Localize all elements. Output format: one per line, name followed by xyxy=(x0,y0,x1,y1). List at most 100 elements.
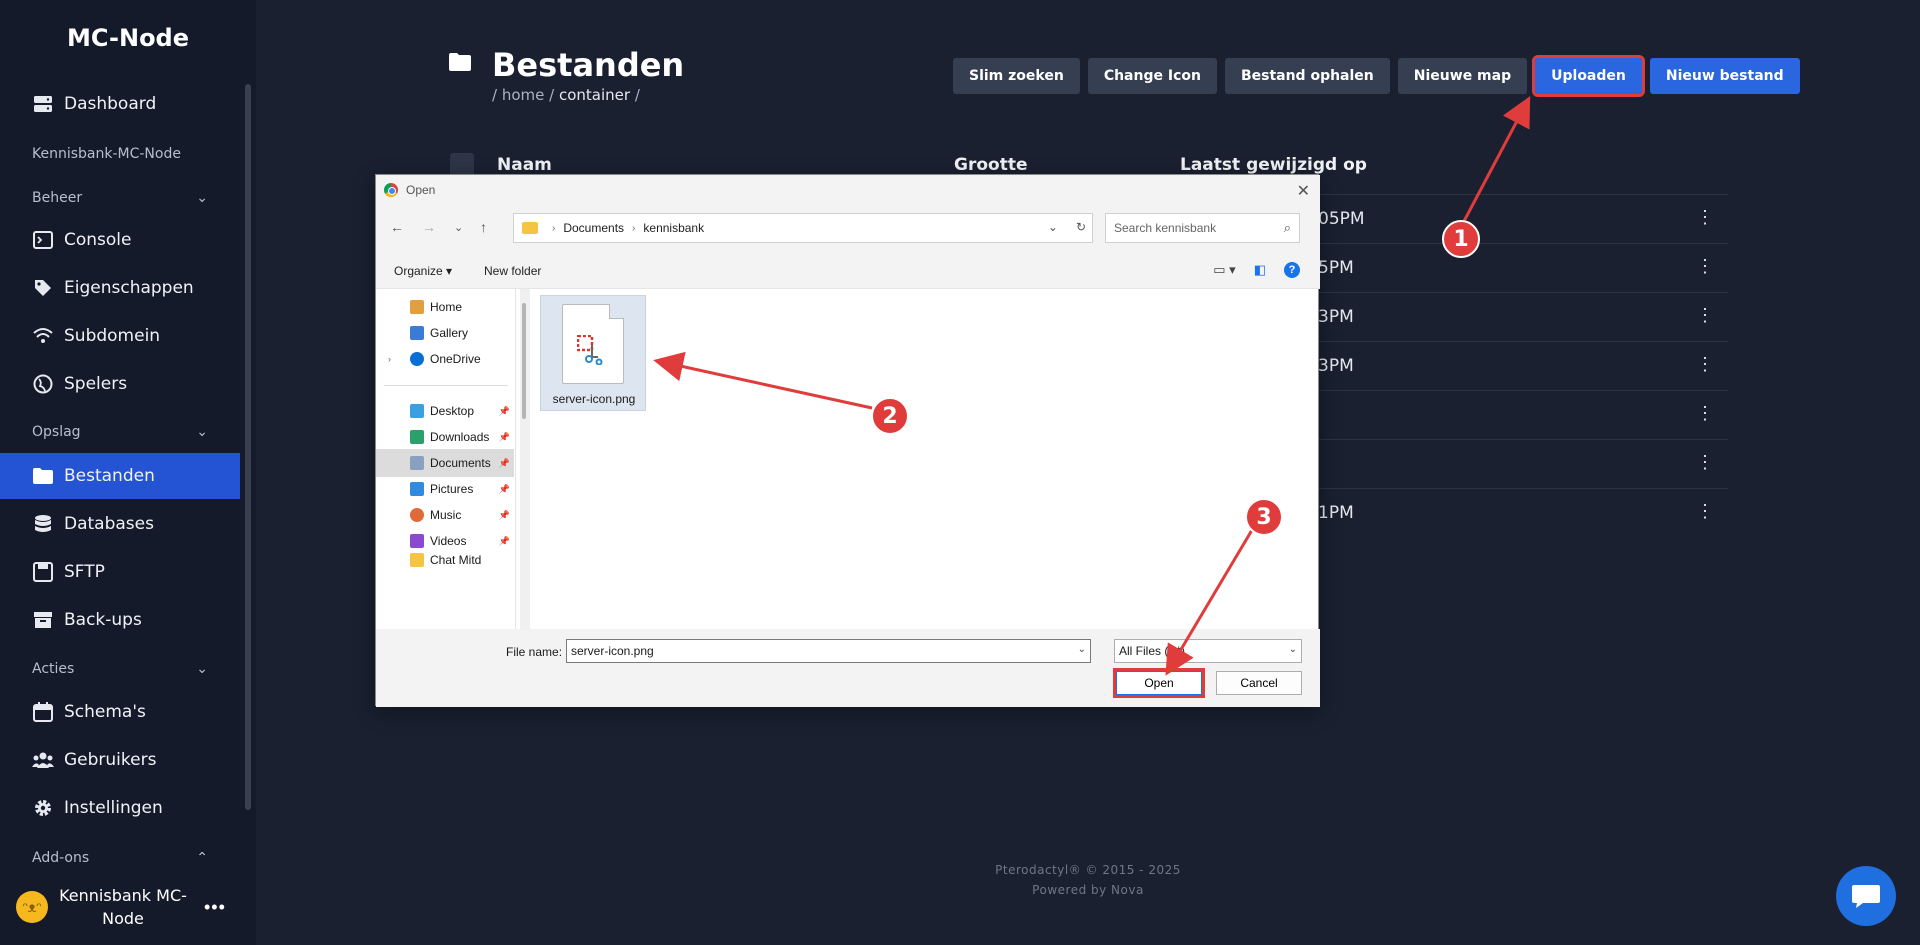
file-list: server-icon.png xyxy=(530,289,1318,629)
nav-gallery[interactable]: Gallery xyxy=(376,319,514,347)
nav-label: Chat Mitd xyxy=(430,553,482,567)
upload-button[interactable]: Uploaden xyxy=(1532,55,1645,97)
nav-pictures[interactable]: Pictures 📌 xyxy=(376,475,514,503)
more-icon[interactable]: ••• xyxy=(204,897,226,918)
chevron-down-icon: ⌄ xyxy=(196,424,208,440)
new-file-button[interactable]: Nieuw bestand xyxy=(1649,58,1800,94)
sidebar-item-gebruikers[interactable]: Gebruikers xyxy=(0,737,240,783)
chevron-right-icon[interactable]: › xyxy=(388,354,391,364)
nav-home[interactable]: Home xyxy=(376,293,514,321)
section-acties[interactable]: Acties ⌄ xyxy=(32,661,208,677)
archive-icon xyxy=(32,609,54,631)
new-folder-button[interactable]: New folder xyxy=(484,264,541,278)
nav-label: Music xyxy=(430,508,462,522)
navigation-pane: Home Gallery › OneDrive Desktop 📌 Download… xyxy=(376,289,516,629)
folder-icon xyxy=(522,222,538,234)
smart-search-button[interactable]: Slim zoeken xyxy=(953,58,1080,94)
user-menu[interactable]: ᵔᴥᵔ Kennisbank MC- Node ••• xyxy=(16,882,240,932)
annotation-badge-1: 1 xyxy=(1442,220,1480,258)
sidebar-item-label: Console xyxy=(64,230,132,250)
change-icon-button[interactable]: Change Icon xyxy=(1087,58,1217,94)
path-segment[interactable]: kennisbank xyxy=(643,221,704,235)
more-icon[interactable]: ⋮ xyxy=(1696,403,1714,424)
preview-pane-icon[interactable]: ◧ xyxy=(1254,262,1266,278)
close-icon[interactable]: ✕ xyxy=(1297,181,1310,201)
address-bar[interactable]: › Documents › kennisbank ⌄ ↻ xyxy=(513,213,1093,243)
col-modified[interactable]: Laatst gewijzigd op xyxy=(1180,155,1367,175)
section-opslag[interactable]: Opslag ⌄ xyxy=(32,424,208,440)
sidebar-item-backups[interactable]: Back-ups xyxy=(0,597,240,643)
section-addons[interactable]: Add-ons ⌃ xyxy=(32,850,208,866)
new-folder-button[interactable]: Nieuwe map xyxy=(1397,58,1528,94)
file-item[interactable]: server-icon.png xyxy=(540,295,646,411)
footer-copyright: Pterodactyl® © 2015 - 2025 xyxy=(995,863,1181,877)
sidebar-item-sftp[interactable]: SFTP xyxy=(0,549,240,595)
nav-onedrive[interactable]: › OneDrive xyxy=(376,345,514,373)
sidebar-item-bestanden[interactable]: Bestanden xyxy=(0,453,240,499)
more-icon[interactable]: ⋮ xyxy=(1696,452,1714,473)
nav-documents[interactable]: Documents 📌 xyxy=(376,449,514,477)
more-icon[interactable]: ⋮ xyxy=(1696,354,1714,375)
view-options-icon[interactable]: ▭ ▾ xyxy=(1213,262,1235,278)
nav-music[interactable]: Music 📌 xyxy=(376,501,514,529)
sidebar-item-instellingen[interactable]: Instellingen xyxy=(0,785,240,831)
more-icon[interactable]: ⋮ xyxy=(1696,501,1714,522)
nav-divider xyxy=(384,385,508,386)
scroll-thumb[interactable] xyxy=(522,303,526,419)
desktop-icon xyxy=(410,404,424,418)
back-icon[interactable]: ← xyxy=(390,219,404,235)
path-segment[interactable]: Documents xyxy=(563,221,624,235)
music-icon xyxy=(410,508,424,522)
nav-downloads[interactable]: Downloads 📌 xyxy=(376,423,514,451)
sidebar-item-spelers[interactable]: Spelers xyxy=(0,361,240,407)
search-input[interactable]: Search kennisbank ⌕ xyxy=(1105,213,1300,243)
file-name-input[interactable]: server-icon.png ⌄ xyxy=(566,639,1091,663)
sidebar-item-subdomein[interactable]: Subdomein xyxy=(0,313,240,359)
chat-button[interactable] xyxy=(1836,866,1896,926)
row-modified: 05PM xyxy=(1318,209,1365,229)
nav-desktop[interactable]: Desktop 📌 xyxy=(376,397,514,425)
section-beheer[interactable]: Beheer ⌄ xyxy=(32,190,208,206)
user-name: Kennisbank MC- Node xyxy=(48,884,198,930)
sidebar-scrollbar[interactable] xyxy=(245,84,251,810)
more-icon[interactable]: ⋮ xyxy=(1696,207,1714,228)
download-icon xyxy=(410,430,424,444)
sidebar: MC-Node Dashboard Kennisbank-MC-Node Beh… xyxy=(0,0,256,945)
row-modified: 3PM xyxy=(1318,307,1354,327)
chevron-down-icon[interactable]: ⌄ xyxy=(1289,644,1297,655)
cancel-button[interactable]: Cancel xyxy=(1216,671,1302,695)
refresh-icon[interactable]: ↻ xyxy=(1076,220,1086,234)
command-bar: Organize ▾ New folder ▭ ▾ ◧ ? xyxy=(376,253,1320,289)
more-icon[interactable]: ⋮ xyxy=(1696,305,1714,326)
breadcrumb-home[interactable]: / home / xyxy=(492,86,554,104)
users-icon xyxy=(32,749,54,771)
sidebar-item-databases[interactable]: Databases xyxy=(0,501,240,547)
sidebar-item-dashboard[interactable]: Dashboard xyxy=(0,81,240,127)
wifi-icon xyxy=(32,325,54,347)
sidebar-item-eigenschappen[interactable]: Eigenschappen xyxy=(0,265,240,311)
chevron-down-icon[interactable]: ⌄ xyxy=(1048,220,1058,234)
brand-logo[interactable]: MC-Node xyxy=(0,24,256,52)
chevron-down-icon[interactable]: ⌄ xyxy=(454,221,463,234)
forward-icon[interactable]: → xyxy=(422,219,436,235)
pin-icon: 📌 xyxy=(498,535,510,546)
col-size[interactable]: Grootte xyxy=(954,155,1027,175)
breadcrumb-current[interactable]: container xyxy=(559,86,630,104)
up-icon[interactable]: ↑ xyxy=(480,219,487,235)
sidebar-item-schemas[interactable]: Schema's xyxy=(0,689,240,735)
sidebar-item-label: Instellingen xyxy=(64,798,163,818)
sidebar-item-console[interactable]: Console xyxy=(0,217,240,263)
chevron-down-icon[interactable]: ⌄ xyxy=(1078,644,1086,655)
terminal-icon xyxy=(32,229,54,251)
fetch-file-button[interactable]: Bestand ophalen xyxy=(1224,58,1390,94)
organize-button[interactable]: Organize ▾ xyxy=(394,264,452,278)
nav-partial-item[interactable]: Chat Mitd xyxy=(376,553,514,567)
dialog-titlebar[interactable]: Open ✕ xyxy=(376,175,1320,205)
more-icon[interactable]: ⋮ xyxy=(1696,256,1714,277)
help-icon[interactable]: ? xyxy=(1284,262,1300,278)
col-name[interactable]: Naam xyxy=(497,155,552,175)
file-type-select[interactable]: All Files (*.*) ⌄ xyxy=(1114,639,1302,663)
open-button[interactable]: Open xyxy=(1113,668,1205,698)
nav-videos[interactable]: Videos 📌 xyxy=(376,527,514,555)
nav-scrollbar[interactable] xyxy=(520,289,530,629)
